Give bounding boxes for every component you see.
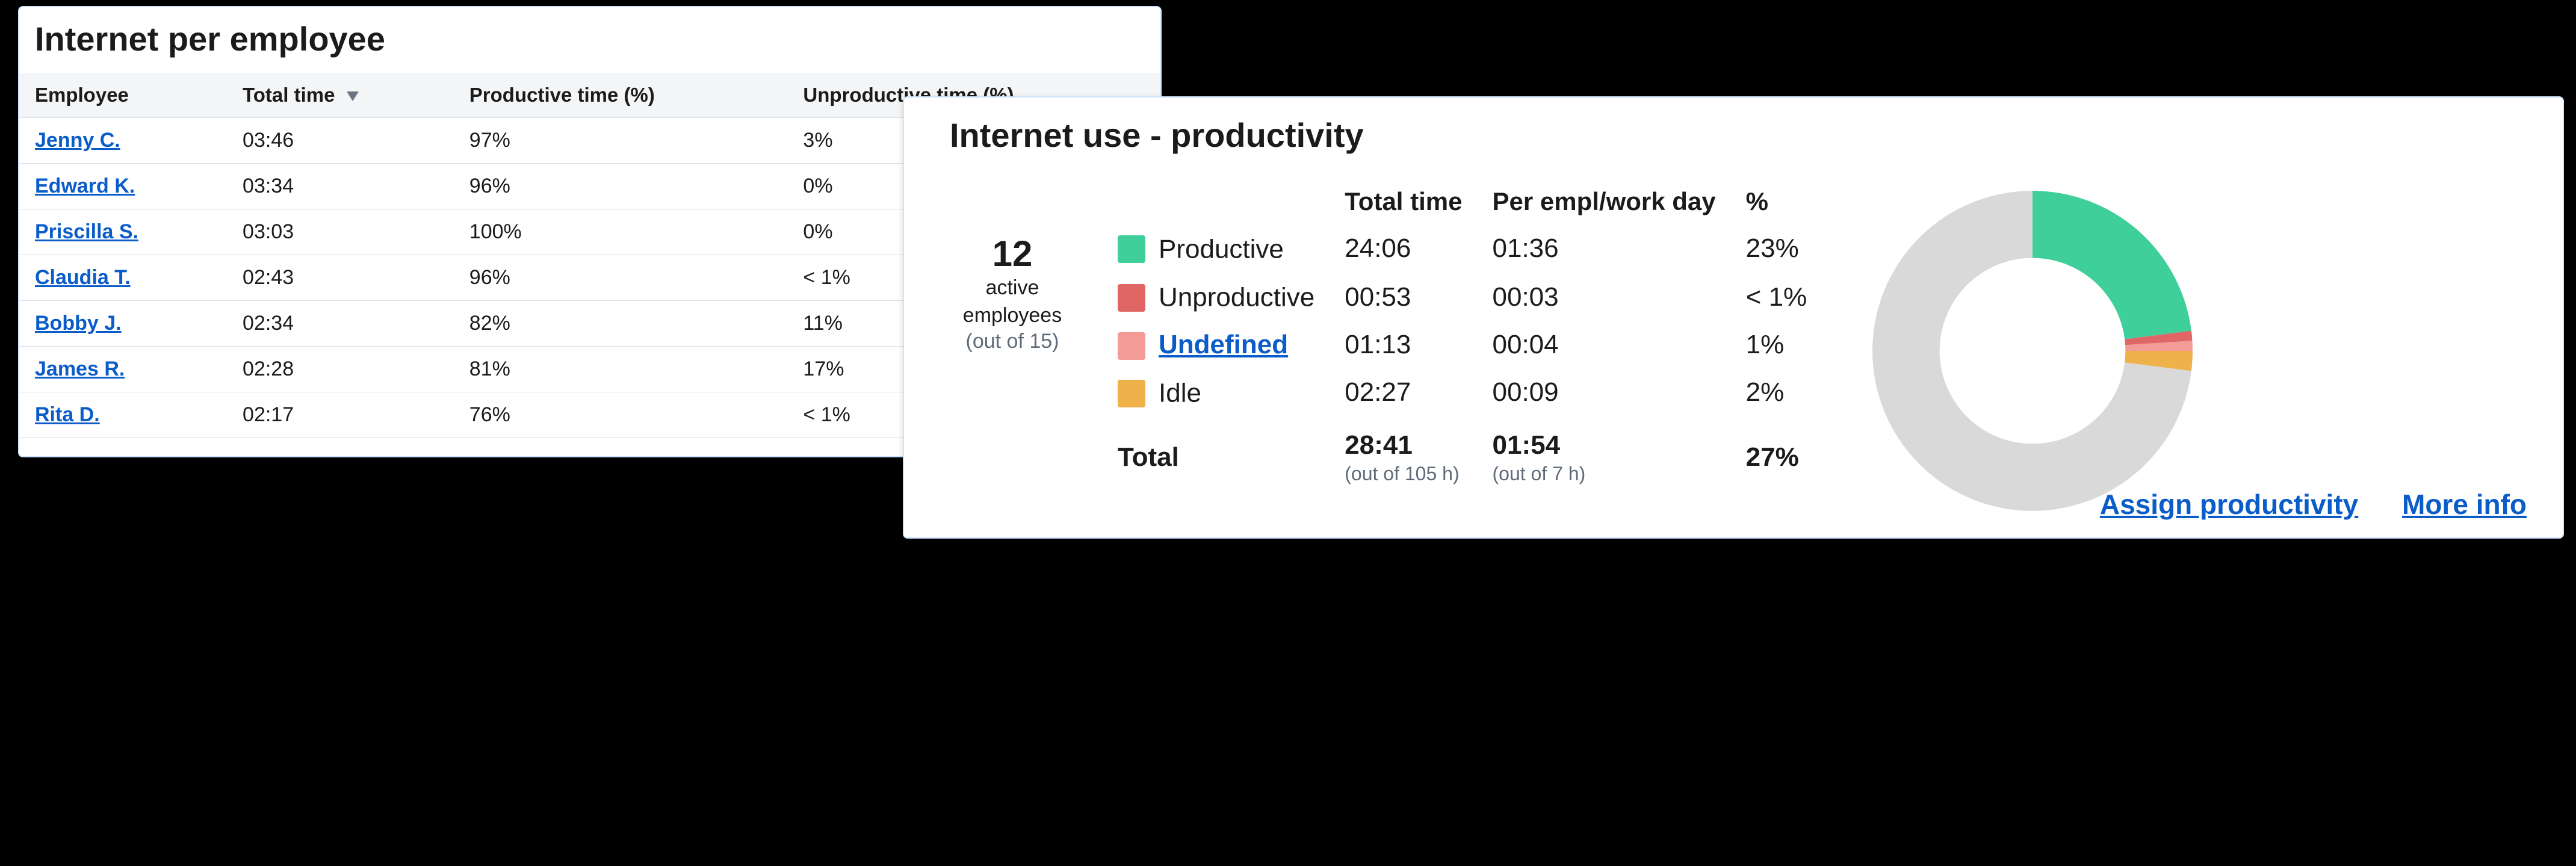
cell-per: 00:03: [1493, 273, 1746, 321]
prod-total-row: Total28:41(out of 105 h)01:54(out of 7 h…: [1118, 417, 1837, 493]
cell-per: 00:09: [1493, 368, 1746, 416]
employee-link[interactable]: Bobby J.: [35, 312, 122, 335]
prod-row: Unproductive 00:5300:03< 1%: [1118, 273, 1837, 321]
swatch-undefined: [1118, 332, 1145, 360]
panel-internet-use-productivity: Internet use - productivity 12 active em…: [903, 96, 2564, 539]
total-time: 28:41(out of 105 h): [1345, 417, 1492, 493]
category-idle-label: Idle: [1159, 379, 1201, 408]
col-percent: %: [1746, 179, 1838, 224]
prod-row: Idle 02:2700:092%: [1118, 368, 1837, 416]
cell-prod: 97%: [454, 118, 788, 164]
donut-hole: [1940, 258, 2126, 444]
category-unproductive-label: Unproductive: [1159, 283, 1314, 312]
cell-prod: 82%: [454, 301, 788, 347]
col-blank: [1118, 179, 1345, 224]
col-productive[interactable]: Productive time (%): [454, 73, 788, 118]
total-label: Total: [1118, 417, 1345, 493]
cell-pct: 23%: [1746, 224, 1838, 273]
panel-title: Internet use - productivity: [950, 116, 2533, 155]
cell-total: 00:53: [1345, 273, 1492, 321]
prod-row: Productive 24:0601:3623%: [1118, 224, 1837, 273]
employee-link[interactable]: Edward K.: [35, 175, 135, 197]
cell-total: 24:06: [1345, 224, 1492, 273]
panel-footer-links: Assign productivity More info: [2064, 488, 2527, 521]
category-undefined-link[interactable]: Undefined: [1159, 330, 1288, 359]
donut-chart-container: [1864, 179, 2533, 519]
total-per: 01:54(out of 7 h): [1493, 417, 1746, 493]
category-productive-label: Productive: [1159, 234, 1284, 264]
cell-total: 02:34: [227, 301, 454, 347]
cell-total: 03:03: [227, 209, 454, 255]
active-employees-summary: 12 active employees (out of 15): [934, 179, 1091, 353]
cell-prod: 96%: [454, 164, 788, 209]
active-label-line2: employees: [934, 302, 1091, 330]
employee-link[interactable]: Claudia T.: [35, 266, 131, 289]
cell-pct: 2%: [1746, 368, 1838, 416]
cell-prod: 81%: [454, 347, 788, 392]
productivity-table: Total time Per empl/work day % Productiv…: [1118, 179, 1837, 493]
cell-per: 00:04: [1493, 321, 1746, 368]
col-employee[interactable]: Employee: [19, 73, 227, 118]
cell-prod: 96%: [454, 255, 788, 301]
cell-prod: 76%: [454, 392, 788, 438]
cell-total: 02:27: [1345, 368, 1492, 416]
panel-title: Internet per employee: [35, 19, 1160, 58]
col-total-time[interactable]: Total time: [227, 73, 454, 118]
swatch-idle: [1118, 380, 1145, 407]
cell-total: 02:28: [227, 347, 454, 392]
employee-link[interactable]: Jenny C.: [35, 129, 120, 152]
cell-total: 03:34: [227, 164, 454, 209]
cell-prod: 100%: [454, 209, 788, 255]
swatch-productive: [1118, 235, 1145, 263]
prod-row: Undefined 01:1300:041%: [1118, 321, 1837, 368]
cell-total: 02:43: [227, 255, 454, 301]
cell-pct: < 1%: [1746, 273, 1838, 321]
cell-per: 01:36: [1493, 224, 1746, 273]
employee-link[interactable]: Rita D.: [35, 403, 100, 426]
assign-productivity-link[interactable]: Assign productivity: [2100, 489, 2358, 520]
cell-pct: 1%: [1746, 321, 1838, 368]
active-out-of: (out of 15): [934, 330, 1091, 353]
sort-desc-icon: [347, 91, 359, 101]
col-per-empl: Per empl/work day: [1493, 179, 1746, 224]
active-count: 12: [934, 233, 1091, 274]
employee-link[interactable]: James R.: [35, 357, 125, 380]
more-info-link[interactable]: More info: [2402, 489, 2527, 520]
cell-total: 02:17: [227, 392, 454, 438]
cell-total: 03:46: [227, 118, 454, 164]
swatch-unproductive: [1118, 284, 1145, 312]
donut-chart: [1864, 182, 2201, 519]
employee-link[interactable]: Priscilla S.: [35, 220, 138, 243]
col-total-time: Total time: [1345, 179, 1492, 224]
active-label-line1: active: [934, 274, 1091, 302]
total-pct: 27%: [1746, 417, 1838, 493]
cell-total: 01:13: [1345, 321, 1492, 368]
